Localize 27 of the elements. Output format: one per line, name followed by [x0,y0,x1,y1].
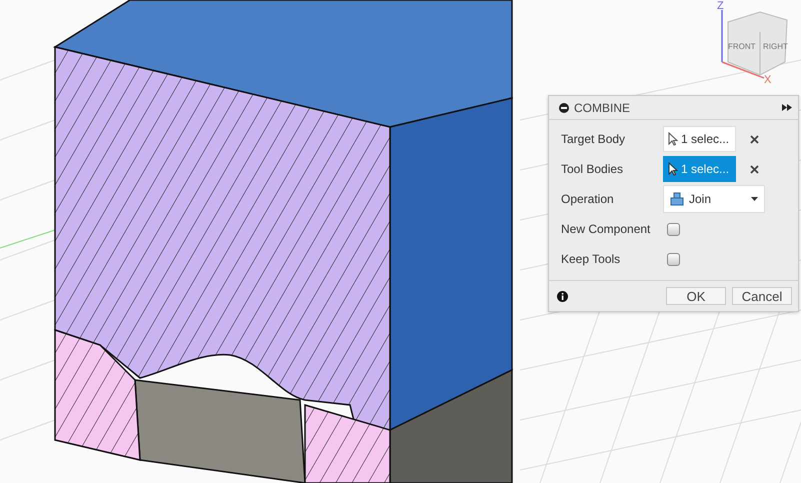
field-label: Target Body [561,132,626,146]
collapse-icon[interactable] [559,102,569,112]
field-label: Operation [561,192,615,206]
axis-line [0,230,56,248]
selection-field[interactable]: 1 selec... [663,126,736,152]
join-icon [670,192,684,206]
axis-label: Z [717,0,724,12]
cursor-icon [668,162,678,176]
field-label: New Component [561,222,652,236]
clear-icon[interactable] [750,164,759,174]
axis-label: X [764,74,772,86]
info-icon[interactable] [557,290,568,302]
dropdown-caret-icon [751,197,758,201]
checkbox[interactable] [667,222,680,236]
cursor-icon [668,132,678,146]
operation-dropdown[interactable]: Join [663,185,765,213]
ok-button[interactable]: OK [666,287,726,305]
cube-face-label[interactable]: FRONT [728,42,756,51]
field-label: Keep Tools [561,252,622,266]
clear-icon[interactable] [750,134,759,144]
field-label: Tool Bodies [561,162,624,176]
cube-face-label[interactable]: RIGHT [763,42,788,51]
checkbox[interactable] [667,252,680,266]
selection-field[interactable]: 1 selec... [663,156,736,182]
fast-forward-icon[interactable] [782,104,792,111]
dialog-title: COMBINE [574,100,632,114]
cancel-button[interactable]: Cancel [732,287,792,305]
